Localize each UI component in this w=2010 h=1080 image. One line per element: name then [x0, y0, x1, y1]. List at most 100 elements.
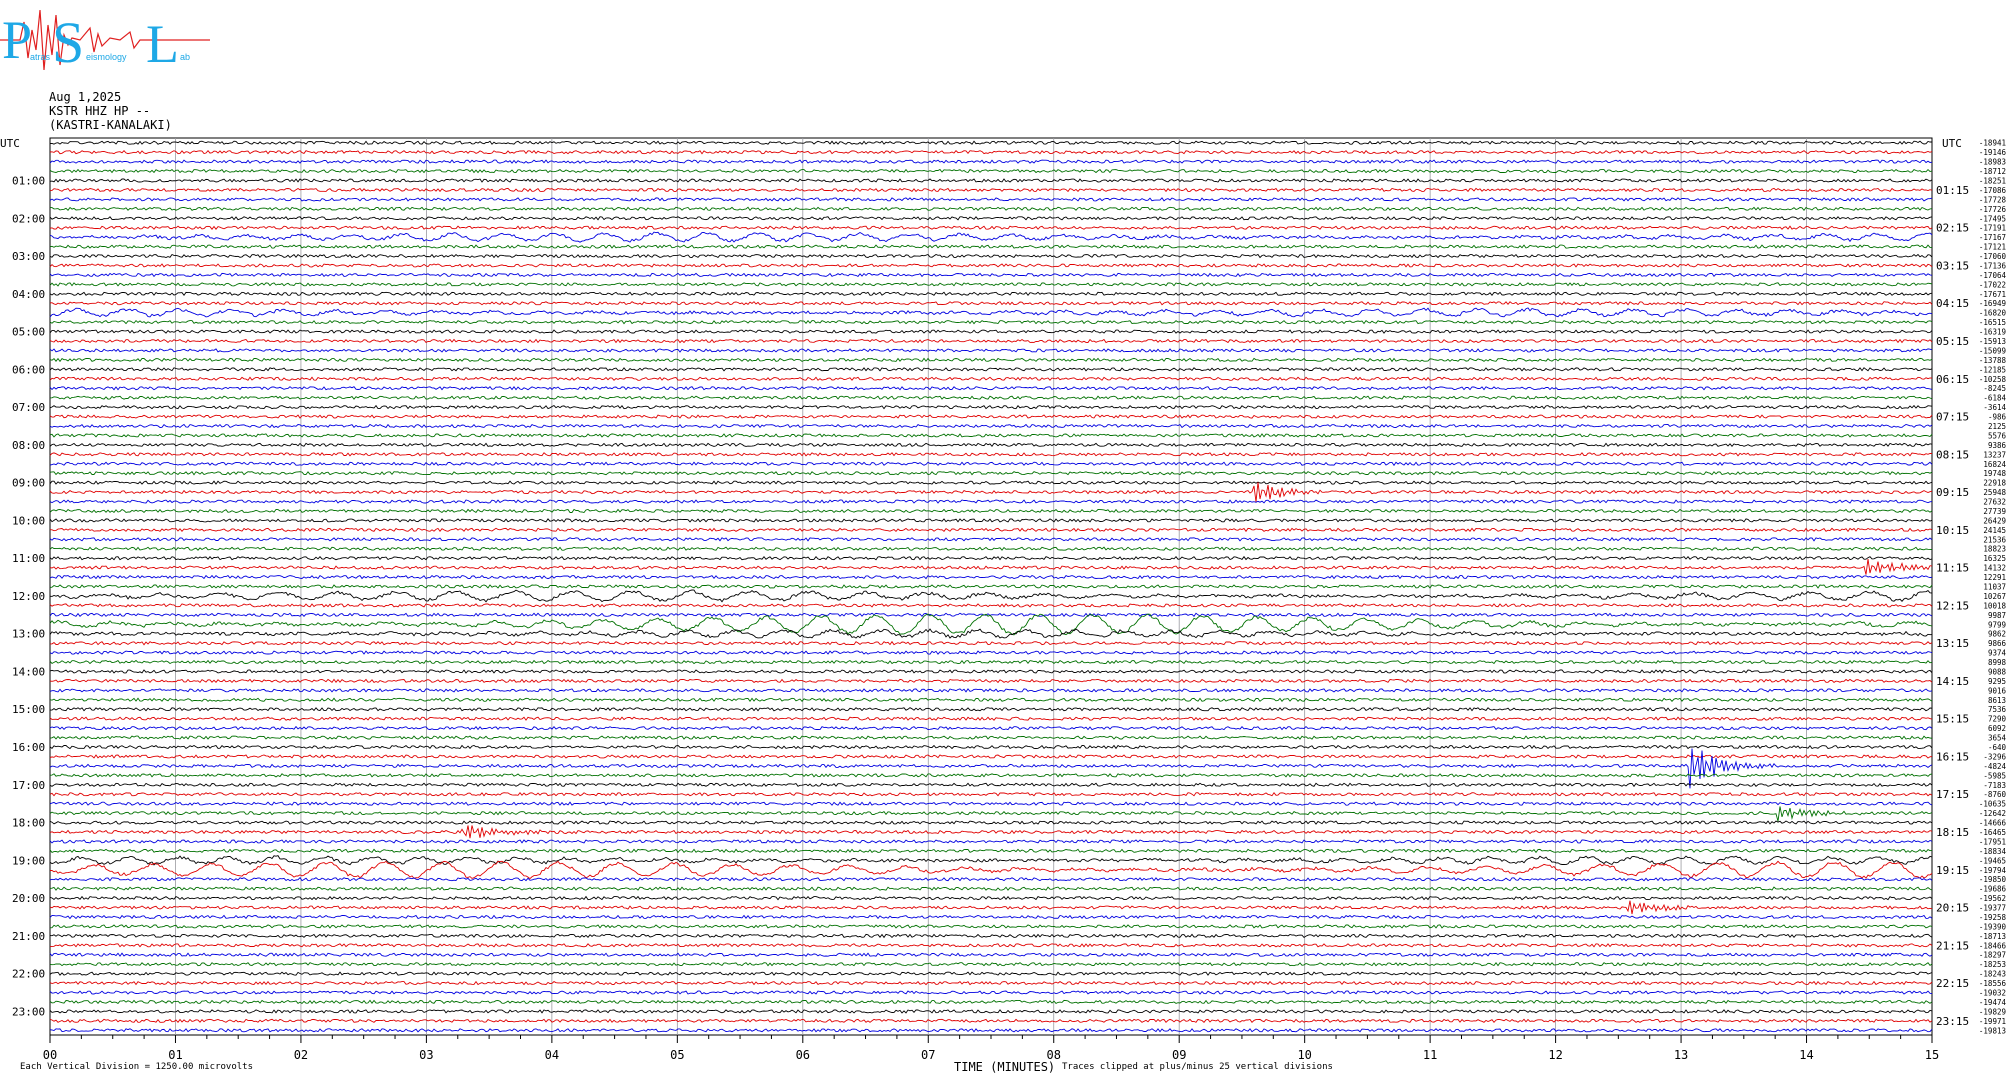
- trace-8: [49, 216, 1933, 221]
- left-time-label: 19:00: [12, 854, 45, 867]
- trace-offset-label: 9862: [1988, 630, 2006, 639]
- trace-41: [49, 527, 1933, 533]
- right-time-label: 23:15: [1936, 1015, 1969, 1028]
- right-time-label: 22:15: [1936, 977, 1969, 990]
- trace-7: [50, 206, 1933, 212]
- trace-offset-label: 12291: [1983, 573, 2006, 582]
- trace-offset-label: -18983: [1979, 158, 2006, 167]
- trace-offset-label: -19794: [1979, 866, 2007, 875]
- trace-80: [49, 895, 1933, 901]
- trace-25: [49, 376, 1933, 381]
- trace-offset-label: -19850: [1979, 875, 2007, 884]
- trace-16: [49, 291, 1933, 297]
- trace-69: [49, 791, 1933, 797]
- right-time-label: 18:15: [1936, 826, 1969, 839]
- trace-5: [49, 187, 1933, 193]
- trace-13: [49, 263, 1933, 268]
- helicorder-chart: 00 01 02 03 04 05 06 07 08 09 10 11 12 13 14 15UTC UTC01…: [0, 137, 2007, 1062]
- trace-35: [49, 471, 1933, 476]
- trace-offset-label: -19465: [1979, 856, 2006, 865]
- trace-14: [49, 272, 1933, 278]
- trace-offset-label: 13237: [1983, 450, 2006, 459]
- scale-note: Each Vertical Division = 1250.00 microvo…: [20, 1062, 253, 1072]
- trace-offset-label: -6184: [1983, 394, 2006, 403]
- x-tick-label-10: 10: [1297, 1048, 1311, 1062]
- trace-offset-label: -18941: [1979, 139, 2006, 148]
- trace-offset-label: 16325: [1983, 554, 2006, 563]
- x-tick-label-14: 14: [1799, 1048, 1813, 1062]
- trace-offset-label: 9295: [1988, 677, 2006, 686]
- trace-48: [49, 589, 1933, 603]
- x-tick-label-11: 11: [1423, 1048, 1437, 1062]
- trace-offset-label: -17167: [1979, 233, 2006, 242]
- left-time-label: 10:00: [12, 514, 45, 527]
- trace-offset-label: -18253: [1979, 960, 2006, 969]
- trace-offset-label: 9386: [1988, 441, 2007, 450]
- trace-30: [49, 423, 1933, 429]
- trace-37: [49, 482, 1933, 503]
- x-tick-label-03: 03: [419, 1048, 433, 1062]
- left-time-label: 12:00: [12, 590, 45, 603]
- trace-52: [49, 628, 1933, 639]
- trace-offset-label: -19813: [1979, 1026, 2006, 1035]
- left-time-label: 15:00: [12, 703, 45, 716]
- right-time-label: 03:15: [1936, 259, 1969, 272]
- trace-offset-label: -19971: [1979, 1017, 2006, 1026]
- trace-offset-label: -14666: [1979, 819, 2007, 828]
- trace-28: [49, 404, 1933, 410]
- x-tick-label-06: 06: [796, 1048, 810, 1062]
- x-axis-title: TIME (MINUTES): [954, 1060, 1056, 1074]
- trace-offset-label: -17191: [1979, 224, 2006, 233]
- trace-4: [49, 178, 1933, 183]
- trace-offset-label: 26429: [1983, 516, 2006, 525]
- left-time-label: 02:00: [12, 212, 45, 225]
- trace-offset-label: -17060: [1979, 252, 2007, 261]
- trace-offset-label: -18466: [1979, 941, 2007, 950]
- x-tick-label-04: 04: [545, 1048, 559, 1062]
- trace-53: [50, 640, 1933, 646]
- trace-offset-label: -15913: [1979, 337, 2006, 346]
- trace-offset-label: -3614: [1983, 403, 2006, 412]
- trace-offset-label: -19562: [1979, 894, 2006, 903]
- left-time-label: 06:00: [12, 363, 45, 376]
- trace-offset-label: 27632: [1983, 498, 2006, 507]
- right-time-label: 09:15: [1936, 486, 1969, 499]
- right-time-label: 13:15: [1936, 637, 1969, 650]
- trace-offset-label: -3296: [1983, 752, 2006, 761]
- trace-offset-label: 8613: [1988, 696, 2006, 705]
- trace-63: [49, 735, 1933, 740]
- trace-85: [49, 943, 1933, 948]
- trace-10: [49, 231, 1933, 243]
- right-time-label: 08:15: [1936, 448, 1969, 461]
- trace-57: [49, 678, 1933, 684]
- trace-offset-label: -17136: [1979, 261, 2007, 270]
- right-time-label: 12:15: [1936, 599, 1969, 612]
- trace-55: [49, 659, 1933, 665]
- trace-84: [49, 933, 1933, 939]
- trace-0: [49, 140, 1932, 145]
- left-time-label: 07:00: [12, 401, 45, 414]
- trace-offset-label: -17121: [1979, 243, 2006, 252]
- trace-79: [49, 886, 1933, 891]
- trace-59: [49, 697, 1933, 703]
- trace-45: [49, 559, 1933, 575]
- left-time-label: 03:00: [12, 250, 45, 263]
- left-time-label: 17:00: [12, 779, 45, 792]
- trace-offset-label: 6092: [1988, 724, 2006, 733]
- x-tick-label-07: 07: [921, 1048, 935, 1062]
- trace-51: [49, 613, 1933, 636]
- left-axis-title: UTC: [0, 137, 20, 150]
- trace-offset-label: 16824: [1983, 460, 2006, 469]
- trace-offset-label: -18713: [1979, 932, 2006, 941]
- trace-offset-label: -17086: [1979, 186, 2007, 195]
- trace-38: [49, 499, 1933, 504]
- trace-26: [49, 386, 1933, 391]
- trace-40: [49, 518, 1933, 523]
- trace-offset-label: 18823: [1983, 545, 2006, 554]
- trace-47: [49, 584, 1933, 589]
- trace-92: [49, 1009, 1933, 1014]
- left-time-label: 18:00: [12, 817, 45, 830]
- trace-60: [50, 707, 1933, 712]
- left-time-label: 16:00: [12, 741, 45, 754]
- trace-67: [49, 773, 1933, 778]
